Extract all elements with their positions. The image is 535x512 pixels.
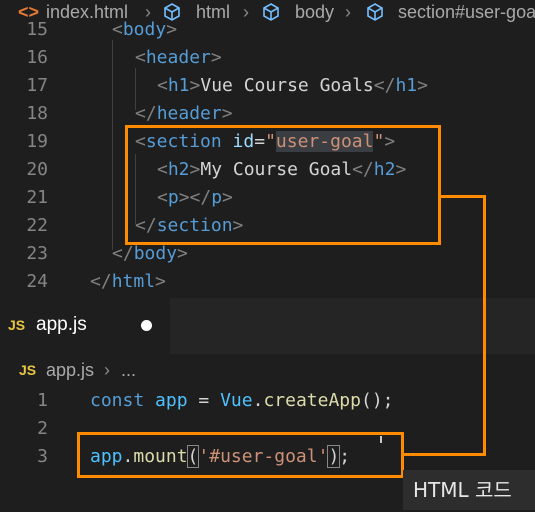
code-line-18[interactable]: </header> <box>135 100 233 128</box>
keyword: const <box>90 390 145 411</box>
cube-icon <box>366 3 384 24</box>
code-line-1[interactable]: const app = Vue.createApp(); <box>90 387 394 415</box>
chevron-right-icon: › <box>104 360 110 380</box>
indent-guide <box>112 40 113 250</box>
terminator: ; <box>382 390 394 411</box>
breadcrumb-more[interactable]: ... <box>121 360 136 381</box>
line-number: 23 <box>26 243 48 264</box>
line-number: 21 <box>26 187 48 208</box>
method: createApp <box>263 390 361 411</box>
line-number: 3 <box>37 446 48 467</box>
tab-label: app.js <box>36 314 87 335</box>
chevron-right-icon: › <box>345 2 351 22</box>
chevron-right-icon: › <box>243 2 249 22</box>
text-cursor-icon <box>380 436 382 443</box>
highlight-box-section <box>125 125 441 245</box>
variable: app <box>155 390 188 411</box>
connector-line <box>483 195 486 456</box>
breadcrumb-item-body[interactable]: body <box>295 0 334 24</box>
line-number: 1 <box>37 390 48 411</box>
tag-name: header <box>156 103 222 124</box>
breadcrumb-file[interactable]: app.js <box>46 360 94 381</box>
line-number: 16 <box>26 47 48 68</box>
line-number: 20 <box>26 159 48 180</box>
caption-label: HTML 코드 <box>403 470 535 510</box>
line-number: 24 <box>26 271 48 292</box>
tag-name: body <box>122 19 167 40</box>
breadcrumb: JS app.js › ... <box>0 354 535 386</box>
tag-name: header <box>145 47 211 68</box>
cube-icon <box>262 3 280 24</box>
js-file-icon: JS <box>19 362 37 378</box>
tab-app-js[interactable]: JS app.js <box>0 298 170 354</box>
highlight-box-mount <box>77 432 404 478</box>
object: Vue <box>220 390 253 411</box>
tag-name: h1 <box>395 75 418 96</box>
js-file-icon: JS <box>8 317 26 333</box>
editor-tab-bar: JS app.js <box>0 298 535 354</box>
code-line-16[interactable]: <header> <box>135 44 222 72</box>
text-content: Vue Course Goals <box>200 75 374 96</box>
tag-name: html <box>111 271 156 292</box>
line-number: 17 <box>26 75 48 96</box>
tag-name: body <box>133 243 178 264</box>
connector-line <box>403 453 486 456</box>
line-number: 15 <box>26 19 48 40</box>
breadcrumb-item-html[interactable]: html <box>196 0 230 24</box>
breadcrumb: <> index.html › html › body › section#us… <box>0 0 535 24</box>
code-line-17[interactable]: <h1>Vue Course Goals</h1> <box>157 72 428 100</box>
line-number: 19 <box>26 131 48 152</box>
unsaved-dot-icon[interactable] <box>141 320 152 331</box>
operator: = <box>198 390 210 411</box>
tag-name: h1 <box>167 75 190 96</box>
breadcrumb-item-section[interactable]: section#user-goal <box>398 0 535 24</box>
line-number: 18 <box>26 103 48 124</box>
connector-line <box>440 195 486 198</box>
code-line-15[interactable]: <body> <box>112 16 177 44</box>
code-line-24[interactable]: </html> <box>90 268 166 296</box>
arguments: () <box>360 390 383 411</box>
line-number: 2 <box>37 418 48 439</box>
line-number: 22 <box>26 215 48 236</box>
